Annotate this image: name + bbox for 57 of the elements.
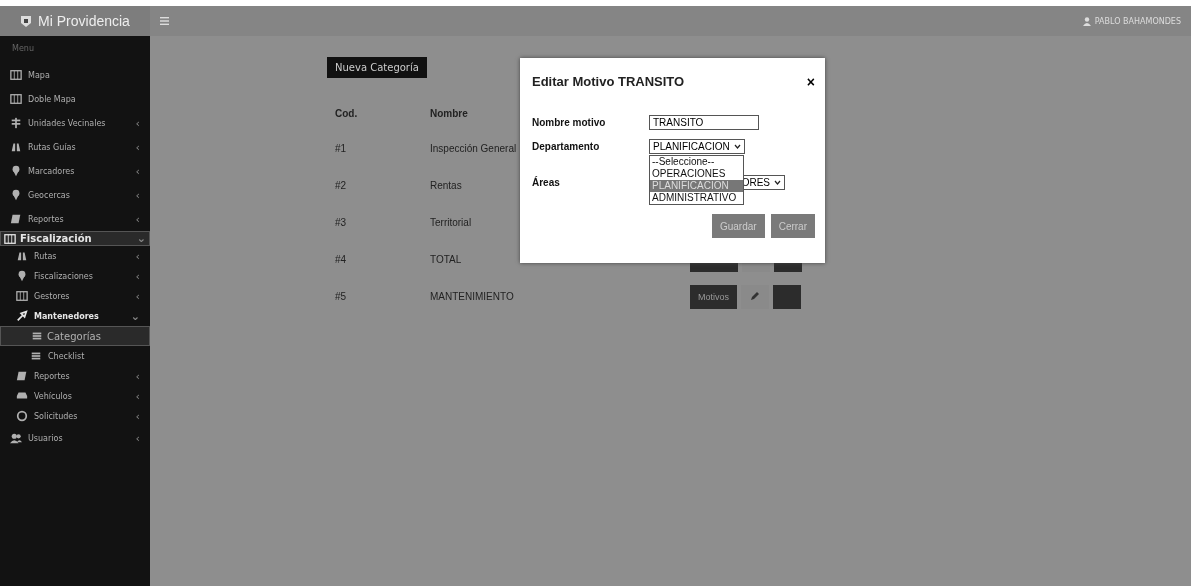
table-cell: Territorial bbox=[430, 217, 472, 228]
new-category-button[interactable]: Nueva Categoría bbox=[327, 57, 427, 78]
table-cell: #1 bbox=[335, 143, 347, 154]
sidebar-item[interactable]: Unidades Vecinales ‹ bbox=[0, 111, 150, 135]
dropdown-option[interactable]: ADMINISTRATIVO bbox=[650, 191, 743, 204]
sidebar-item[interactable]: Categorías bbox=[0, 326, 150, 346]
sidebar-item[interactable]: Fiscalización ⌄ bbox=[0, 231, 150, 246]
caret-icon: ‹ bbox=[135, 289, 140, 303]
table-cell: Inspección General bbox=[430, 143, 517, 154]
sidebar-item[interactable]: Rutas ‹ bbox=[0, 246, 150, 266]
column-header: Nombre bbox=[430, 107, 468, 119]
table-cell: #2 bbox=[335, 180, 347, 191]
close-button[interactable]: × bbox=[806, 74, 815, 90]
caret-icon: ⌄ bbox=[130, 309, 140, 323]
sidebar-item[interactable]: Marcadores ‹ bbox=[0, 159, 150, 183]
brand-title[interactable]: Mi Providencia bbox=[0, 6, 150, 36]
table-cell: TOTAL bbox=[430, 254, 462, 265]
field-label: Áreas bbox=[532, 176, 561, 188]
field-label: Departamento bbox=[532, 140, 601, 152]
motivos-button[interactable]: Motivos bbox=[690, 284, 737, 309]
sidebar-heading: Menu bbox=[11, 43, 35, 55]
sidebar-item[interactable]: Rutas Guías ‹ bbox=[0, 135, 150, 159]
sidebar-item[interactable]: Mantenedores ⌄ bbox=[0, 306, 150, 326]
caret-icon: ‹ bbox=[135, 140, 140, 154]
sidebar-item[interactable]: Mapa bbox=[0, 63, 150, 87]
table-cell: #4 bbox=[335, 254, 347, 265]
caret-icon: ‹ bbox=[135, 389, 140, 403]
sidebar-item[interactable]: Gestores ‹ bbox=[0, 286, 150, 306]
table-cell: #5 bbox=[335, 291, 347, 302]
input-field[interactable]: TRANSITO bbox=[649, 114, 759, 130]
field-label: Nombre motivo bbox=[532, 116, 607, 128]
column-header: Cod. bbox=[335, 107, 358, 119]
caret-icon: ‹ bbox=[135, 409, 140, 423]
sidebar-item[interactable]: Solicitudes ‹ bbox=[0, 406, 150, 426]
sidebar-item[interactable]: Fiscalizaciones ‹ bbox=[0, 266, 150, 286]
caret-icon: ‹ bbox=[135, 249, 140, 263]
table-cell: #3 bbox=[335, 217, 347, 228]
sidebar-item[interactable]: Checklist bbox=[0, 346, 150, 366]
select-field[interactable]: PLANIFICACION bbox=[649, 138, 745, 154]
sidebar-item[interactable]: Geocercas ‹ bbox=[0, 183, 150, 207]
table-cell: MANTENIMIENTO bbox=[430, 291, 514, 302]
caret-icon: ‹ bbox=[135, 164, 140, 178]
table-cell: Rentas bbox=[430, 180, 462, 191]
caret-icon: ⌄ bbox=[136, 232, 146, 245]
sidebar-item[interactable]: Reportes ‹ bbox=[0, 366, 150, 386]
dialog-title: Editar Motivo TRANSITO bbox=[532, 74, 685, 90]
caret-icon: ‹ bbox=[135, 188, 140, 202]
sidebar-item[interactable]: Reportes ‹ bbox=[0, 207, 150, 231]
sidebar-item[interactable]: Vehículos ‹ bbox=[0, 386, 150, 406]
sidebar-item[interactable]: Doble Mapa bbox=[0, 87, 150, 111]
caret-icon: ‹ bbox=[135, 269, 140, 283]
caret-icon: ‹ bbox=[135, 369, 140, 383]
caret-icon: ‹ bbox=[135, 212, 140, 226]
sidebar-item[interactable]: Usuarios ‹ bbox=[0, 426, 150, 450]
caret-icon: ‹ bbox=[135, 431, 140, 445]
caret-icon: ‹ bbox=[135, 116, 140, 130]
dropdown-option[interactable]: --Seleccione-- bbox=[650, 155, 743, 168]
